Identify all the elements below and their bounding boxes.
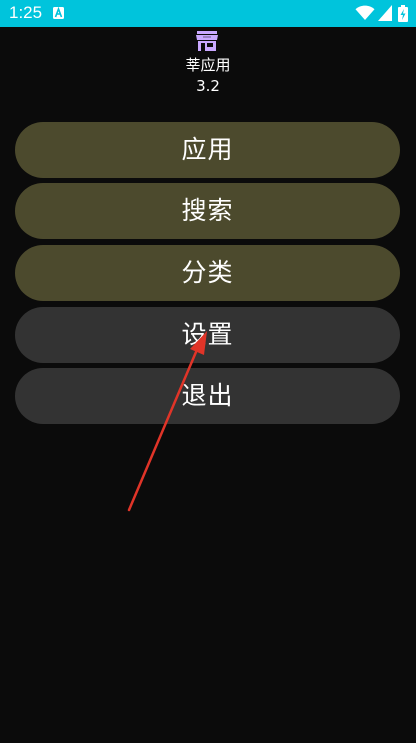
status-time: 1:25 bbox=[9, 3, 43, 22]
app-name: 莘应用 bbox=[185, 56, 231, 74]
storefront-icon bbox=[196, 31, 218, 51]
menu-button-exit[interactable]: 退出 bbox=[15, 368, 400, 424]
status-bar: 1:25 bbox=[0, 0, 416, 27]
menu-button-settings[interactable]: 设置 bbox=[15, 307, 400, 363]
app-version: 3.2 bbox=[196, 77, 220, 95]
wifi-icon bbox=[355, 5, 375, 20]
menu-button-search[interactable]: 搜索 bbox=[15, 183, 400, 239]
app-screen: 1:25 莘应用 3.2 应用 搜索 分类 设置 退出 bbox=[0, 0, 416, 743]
app-header: 莘应用 3.2 bbox=[0, 27, 416, 102]
menu-button-categories[interactable]: 分类 bbox=[15, 245, 400, 301]
signal-icon bbox=[378, 5, 392, 21]
menu-button-apps[interactable]: 应用 bbox=[15, 122, 400, 178]
notification-a-icon bbox=[53, 7, 64, 19]
battery-icon bbox=[398, 5, 408, 22]
